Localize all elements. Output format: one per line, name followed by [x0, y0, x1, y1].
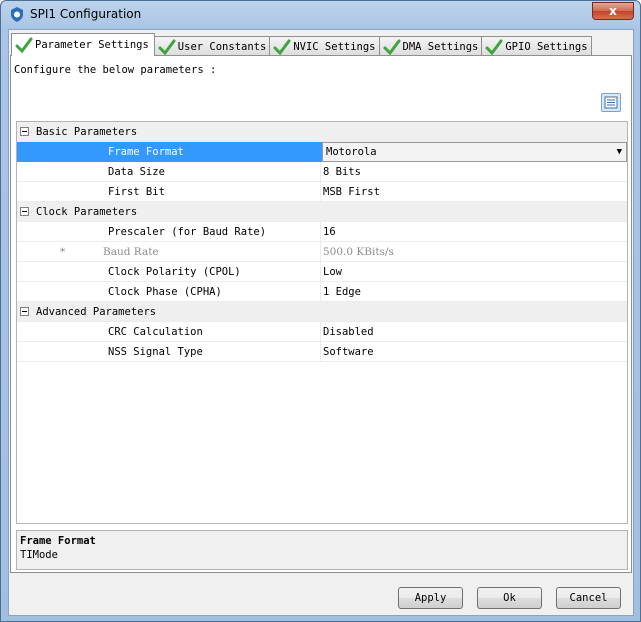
tab-label: GPIO Settings: [505, 40, 588, 53]
param-value: MSB First: [323, 186, 380, 198]
dialog-client-area: Parameter Settings User Constants NVIC S…: [8, 29, 634, 616]
list-view-button[interactable]: [601, 93, 621, 112]
apply-button[interactable]: Apply: [398, 587, 463, 609]
param-name: Baud Rate: [103, 246, 159, 258]
check-icon: [158, 39, 176, 55]
frame-format-select[interactable]: Motorola ▼: [322, 142, 627, 162]
tab-user-constants[interactable]: User Constants: [153, 36, 271, 56]
param-name: Clock Polarity (CPOL): [108, 266, 241, 278]
tab-label: DMA Settings: [402, 40, 479, 53]
param-row-data-size[interactable]: Data Size 8 Bits: [17, 162, 627, 182]
tab-strip: Parameter Settings User Constants NVIC S…: [11, 33, 592, 56]
param-name: CRC Calculation: [108, 326, 203, 338]
category-basic-parameters[interactable]: Basic Parameters: [17, 122, 627, 142]
param-name: Data Size: [108, 166, 165, 178]
tab-label: NVIC Settings: [293, 40, 376, 53]
tab-nvic-settings[interactable]: NVIC Settings: [269, 36, 380, 56]
list-view-icon: [604, 96, 618, 109]
category-label: Advanced Parameters: [36, 306, 157, 318]
parameters-grid: Basic Parameters Frame Format Motorola ▼…: [16, 121, 628, 524]
column-divider: [320, 162, 321, 182]
description-panel: Frame Format TIMode: [16, 530, 628, 570]
select-value: Motorola: [326, 146, 377, 158]
collapse-icon[interactable]: [20, 127, 29, 136]
description-title: Frame Format: [20, 535, 96, 547]
param-row-baud-rate: * Baud Rate 500.0 KBits/s: [17, 242, 627, 262]
chevron-down-icon[interactable]: ▼: [617, 147, 622, 157]
column-divider: [320, 242, 321, 262]
read-only-marker: *: [60, 246, 66, 258]
param-value: Disabled: [323, 326, 374, 338]
tab-parameter-settings[interactable]: Parameter Settings: [11, 33, 155, 56]
param-row-clock-polarity[interactable]: Clock Polarity (CPOL) Low: [17, 262, 627, 282]
tab-gpio-settings[interactable]: GPIO Settings: [481, 36, 592, 56]
title-bar[interactable]: SPI1 Configuration x: [1, 1, 640, 29]
app-shield-icon: [11, 7, 23, 22]
category-clock-parameters[interactable]: Clock Parameters: [17, 202, 627, 222]
category-label: Basic Parameters: [36, 126, 138, 138]
param-row-nss-signal-type[interactable]: NSS Signal Type Software: [17, 342, 627, 362]
spi1-configuration-window: SPI1 Configuration x Parameter Settings …: [0, 0, 641, 622]
param-row-crc-calculation[interactable]: CRC Calculation Disabled: [17, 322, 627, 342]
column-divider: [320, 182, 321, 202]
param-name: Prescaler (for Baud Rate): [108, 226, 267, 238]
param-value: 16: [323, 226, 336, 238]
close-button[interactable]: x: [592, 2, 634, 20]
param-name: Frame Format: [108, 146, 184, 158]
column-divider: [320, 322, 321, 342]
param-value: Low: [323, 266, 342, 278]
ok-button[interactable]: Ok: [477, 587, 542, 609]
check-icon: [383, 39, 400, 55]
param-name: Clock Phase (CPHA): [108, 286, 222, 298]
category-label: Clock Parameters: [36, 206, 138, 218]
tab-label: User Constants: [177, 40, 267, 53]
window-title: SPI1 Configuration: [30, 7, 142, 21]
param-row-prescaler[interactable]: Prescaler (for Baud Rate) 16: [17, 222, 627, 242]
param-value: 1 Edge: [323, 286, 361, 298]
param-value: Software: [323, 346, 374, 358]
check-icon: [15, 37, 33, 53]
collapse-icon[interactable]: [20, 207, 29, 216]
description-text: TIMode: [20, 549, 58, 561]
column-divider: [320, 262, 321, 282]
check-icon: [485, 39, 503, 55]
instructions-label: Configure the below parameters :: [14, 64, 217, 76]
parameter-settings-pane: Configure the below parameters : Basic P…: [10, 55, 632, 573]
column-divider: [320, 222, 321, 242]
tab-dma-settings[interactable]: DMA Settings: [378, 36, 483, 56]
tab-label: Parameter Settings: [35, 39, 149, 51]
cancel-button[interactable]: Cancel: [556, 587, 621, 609]
param-name: First Bit: [108, 186, 165, 198]
param-value: 8 Bits: [323, 166, 361, 178]
check-icon: [273, 39, 291, 55]
category-advanced-parameters[interactable]: Advanced Parameters: [17, 302, 627, 322]
param-name: NSS Signal Type: [108, 346, 203, 358]
collapse-icon[interactable]: [20, 307, 29, 316]
param-row-frame-format[interactable]: Frame Format Motorola ▼: [17, 142, 627, 162]
param-value: 500.0 KBits/s: [323, 246, 394, 258]
param-row-first-bit[interactable]: First Bit MSB First: [17, 182, 627, 202]
column-divider: [320, 282, 321, 302]
param-row-clock-phase[interactable]: Clock Phase (CPHA) 1 Edge: [17, 282, 627, 302]
column-divider: [320, 342, 321, 362]
